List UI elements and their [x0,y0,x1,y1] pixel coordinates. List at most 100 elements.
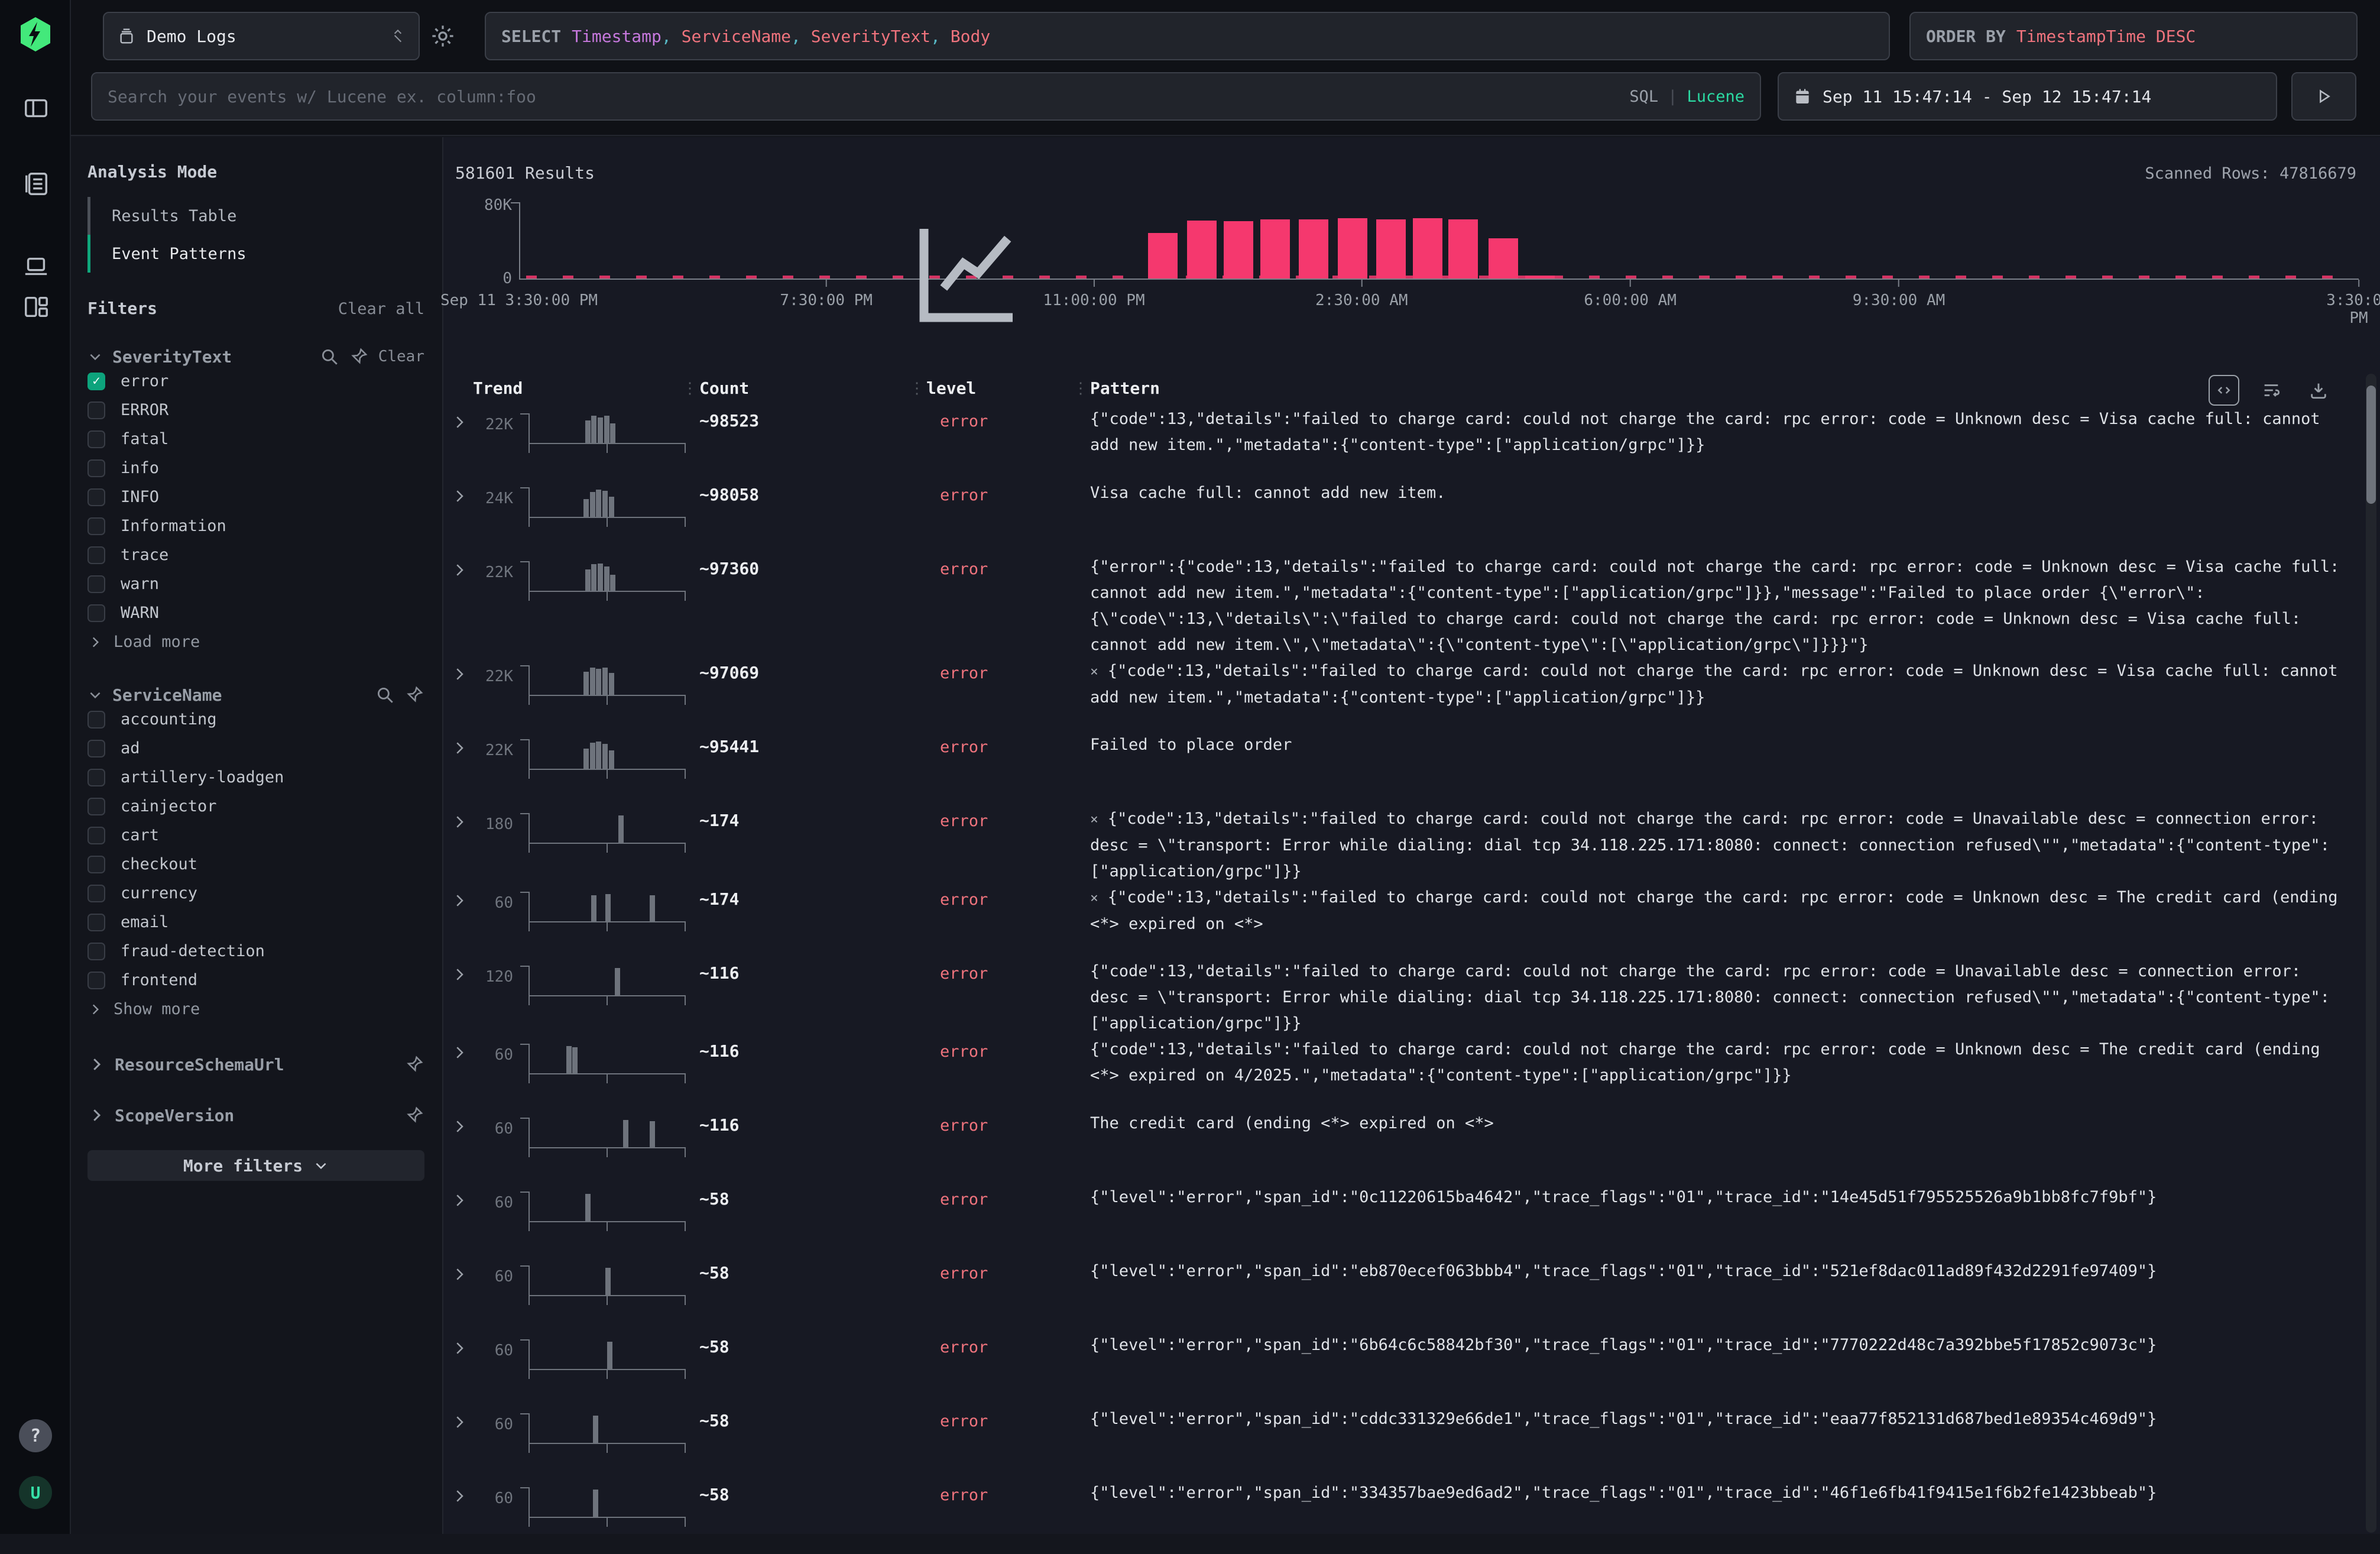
pattern-row[interactable]: 60 ~58 error {"level":"error","span_id":… [443,1480,2341,1554]
pattern-row[interactable]: 60 ~116 error {"code":13,"details":"fail… [443,1037,2341,1111]
search-icon[interactable] [375,685,395,705]
filter-checkbox-item[interactable]: checkout [87,850,424,879]
pattern-text[interactable]: {"level":"error","span_id":"0c11220615ba… [1090,1188,2157,1206]
checkbox[interactable] [87,827,105,844]
load-more-button[interactable]: Load more [87,627,424,656]
pattern-row[interactable]: 60 ~116 error The credit card (ending <*… [443,1111,2341,1184]
pin-icon[interactable] [404,685,424,705]
filter-checkbox-item[interactable]: ad [87,734,424,763]
column-resize-handle[interactable]: ⋮ [1073,380,1087,397]
filter-checkbox-item[interactable]: Information [87,511,424,540]
checkbox[interactable] [87,798,105,815]
filter-checkbox-item[interactable]: INFO [87,483,424,511]
pattern-row[interactable]: 24K ~98058 error Visa cache full: cannot… [443,480,2341,554]
filter-checkbox-item[interactable]: artillery-loadgen [87,763,424,792]
date-range-picker[interactable]: Sep 11 15:47:14 - Sep 12 15:47:14 [1778,72,2277,121]
run-query-button[interactable] [2291,72,2356,121]
search-logs-icon[interactable] [22,170,50,198]
pattern-text[interactable]: {"code":13,"details":"failed to charge c… [1090,962,2330,1032]
pattern-text[interactable]: {"level":"error","span_id":"eb870ecef063… [1090,1262,2157,1280]
filter-checkbox-item[interactable]: email [87,908,424,937]
checkbox[interactable] [87,711,105,729]
checkbox[interactable] [87,488,105,506]
search-bar[interactable]: SQL | Lucene [91,72,1761,121]
filter-group-severitytext[interactable]: SeverityText Clear [87,347,424,367]
pattern-text[interactable]: {"code":13,"details":"failed to charge c… [1090,410,2330,454]
pin-icon[interactable] [404,1054,424,1074]
pattern-row[interactable]: 22K ~95441 error Failed to place order [443,732,2341,806]
wrap-lines-button[interactable] [2256,375,2287,406]
app-logo-icon[interactable] [19,17,52,52]
checkbox[interactable] [87,575,105,593]
lang-lucene[interactable]: Lucene [1687,88,1745,106]
pattern-row[interactable]: 22K ~98523 error {"code":13,"details":"f… [443,406,2341,480]
filter-checkbox-item[interactable]: ERROR [87,396,424,425]
sessions-icon[interactable] [22,253,50,280]
pattern-row[interactable]: 60 ~58 error {"level":"error","span_id":… [443,1406,2341,1480]
pattern-row[interactable]: 180 ~174 error ×{"code":13,"details":"fa… [443,806,2341,885]
filter-checkbox-item[interactable]: fraud-detection [87,937,424,966]
pattern-row[interactable]: 60 ~174 error ×{"code":13,"details":"fai… [443,885,2341,959]
query-language-toggle[interactable]: SQL | Lucene [1629,88,1745,106]
checkbox[interactable]: ✓ [87,373,105,390]
checkbox[interactable] [87,546,105,564]
pattern-row[interactable]: 60 ~58 error {"level":"error","span_id":… [443,1258,2341,1332]
checkbox[interactable] [87,885,105,902]
search-icon[interactable] [319,347,339,367]
filter-checkbox-item[interactable]: ✓ error [87,367,424,396]
pattern-row[interactable]: 60 ~58 error {"level":"error","span_id":… [443,1184,2341,1258]
download-csv-button[interactable] [2303,375,2334,406]
pattern-row[interactable]: 22K ~97360 error {"error":{"code":13,"de… [443,554,2341,658]
pattern-text[interactable]: ×{"code":13,"details":"failed to charge … [1090,888,2347,933]
filter-checkbox-item[interactable]: cainjector [87,792,424,821]
column-header-pattern[interactable]: Pattern [1090,378,1160,398]
pattern-text[interactable]: The credit card (ending <*> expired on <… [1090,1114,1494,1132]
column-resize-handle[interactable]: ⋮ [909,380,923,397]
checkbox[interactable] [87,740,105,757]
pattern-text[interactable]: {"level":"error","span_id":"334357bae9ed… [1090,1484,2157,1502]
pattern-row[interactable]: 22K ~97069 error ×{"code":13,"details":"… [443,658,2341,732]
column-header-count[interactable]: Count [699,378,749,398]
column-resize-handle[interactable]: ⋮ [682,380,696,397]
show-more-button[interactable]: Show more [87,995,424,1024]
pattern-text[interactable]: Visa cache full: cannot add new item. [1090,484,1445,502]
pattern-text[interactable]: {"code":13,"details":"failed to charge c… [1090,1040,2330,1084]
pattern-text[interactable]: Failed to place order [1090,736,1292,754]
help-button[interactable]: ? [19,1419,52,1452]
checkbox[interactable] [87,943,105,960]
more-filters-button[interactable]: More filters [87,1150,424,1181]
filter-checkbox-item[interactable]: trace [87,540,424,569]
filter-checkbox-item[interactable]: info [87,454,424,483]
view-source-code-button[interactable] [2209,375,2239,406]
checkbox[interactable] [87,430,105,448]
source-select[interactable]: Demo Logs [103,12,420,60]
select-clause-input[interactable]: SELECT Timestamp, ServiceName, SeverityT… [485,12,1890,60]
filter-checkbox-item[interactable]: currency [87,879,424,908]
pattern-text[interactable]: {"level":"error","span_id":"6b64c6c58842… [1090,1336,2157,1354]
filter-group-servicename[interactable]: ServiceName [87,685,424,705]
pin-icon[interactable] [349,347,369,367]
filter-checkbox-item[interactable]: fatal [87,425,424,454]
sidebar-toggle-icon[interactable] [22,95,50,122]
checkbox[interactable] [87,769,105,786]
scrollbar-thumb[interactable] [2366,386,2376,504]
filter-group-resourceschemaurl[interactable]: ResourceSchemaUrl [87,1054,424,1074]
filter-checkbox-item[interactable]: accounting [87,705,424,734]
lang-sql[interactable]: SQL [1629,88,1658,106]
pattern-text[interactable]: {"error":{"code":13,"details":"failed to… [1090,558,2349,654]
checkbox[interactable] [87,517,105,535]
checkbox[interactable] [87,972,105,989]
filter-checkbox-item[interactable]: WARN [87,598,424,627]
checkbox[interactable] [87,459,105,477]
pattern-row[interactable]: 60 ~58 error {"level":"error","span_id":… [443,1332,2341,1406]
clear-group-link[interactable]: Clear [378,348,424,365]
search-input[interactable] [108,87,1617,106]
dashboards-icon[interactable] [22,293,50,320]
pattern-text[interactable]: ×{"code":13,"details":"failed to charge … [1090,810,2330,880]
pin-icon[interactable] [404,1105,424,1125]
filter-checkbox-item[interactable]: cart [87,821,424,850]
filter-group-scopeversion[interactable]: ScopeVersion [87,1105,424,1125]
pattern-row[interactable]: 120 ~116 error {"code":13,"details":"fai… [443,959,2341,1037]
vertical-scrollbar[interactable] [2366,374,2376,1533]
order-by-input[interactable]: ORDER BY TimestampTime DESC [1909,12,2358,60]
